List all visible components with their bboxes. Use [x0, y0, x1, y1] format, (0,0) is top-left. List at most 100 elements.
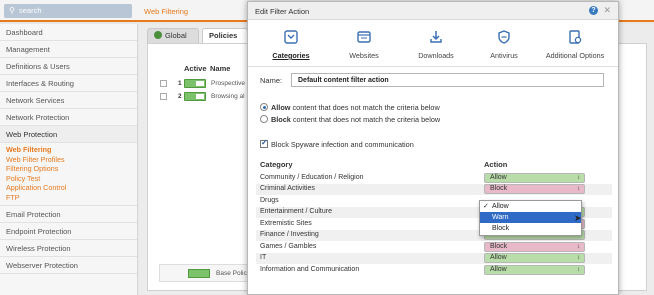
action-dropdown-menu[interactable]: ✓ Allow Warn Block: [479, 200, 582, 236]
action-select-value: Allow: [490, 265, 507, 273]
sidebar-item-webserver-protection[interactable]: Webserver Protection: [0, 257, 137, 274]
category-name: Information and Communication: [260, 265, 360, 273]
base-policy-toggle[interactable]: [188, 269, 210, 278]
dropdown-option-allow[interactable]: ✓ Allow: [480, 201, 581, 212]
tab-websites[interactable]: Websites: [330, 21, 398, 66]
divider: [248, 66, 618, 67]
tab-categories-label: Categories: [272, 51, 310, 60]
help-icon[interactable]: ?: [589, 6, 598, 15]
policy-name: Prospective: [211, 80, 245, 87]
category-name: Games / Gambles: [260, 242, 317, 250]
dropdown-option-label: Block: [492, 225, 510, 232]
action-select-value: Allow: [490, 173, 507, 181]
sidebar-item-dashboard[interactable]: Dashboard: [0, 24, 137, 41]
antivirus-icon: [498, 30, 510, 44]
sidebar-subitem-web-filter-profiles[interactable]: Web Filter Profiles: [0, 155, 137, 165]
dropdown-option-warn[interactable]: Warn: [480, 212, 581, 223]
dropdown-option-label: Warn: [492, 214, 509, 221]
table-row: Information and Communication Allow ↕: [256, 264, 612, 276]
name-field[interactable]: Default content filter action: [291, 73, 604, 87]
dialog-titlebar: Edit Filter Action ? ✕: [248, 2, 618, 20]
category-name: Community / Education / Religion: [260, 173, 364, 181]
breadcrumb: Web Filtering: [144, 7, 189, 16]
block-spyware-checkbox[interactable]: Block Spyware infection and communicatio…: [260, 138, 480, 149]
tab-downloads[interactable]: Downloads: [402, 21, 470, 66]
action-select[interactable]: Block ↕: [484, 241, 585, 252]
sidebar-item-definitions-users[interactable]: Definitions & Users: [0, 58, 137, 75]
tab-global-label: Global: [165, 31, 187, 40]
sidebar-item-web-protection[interactable]: Web Protection: [0, 126, 137, 143]
close-icon[interactable]: ✕: [603, 5, 611, 16]
dropdown-option-block[interactable]: Block: [480, 223, 581, 234]
tab-policies[interactable]: Policies: [202, 28, 248, 44]
sidebar-subitem-ftp[interactable]: FTP: [0, 193, 137, 203]
policy-header-name: Name: [210, 64, 231, 73]
policy-active-toggle[interactable]: [184, 79, 206, 88]
category-name: Criminal Activities: [260, 185, 315, 192]
select-arrows-icon: ↕: [577, 255, 580, 261]
sidebar-subitem-web-filtering[interactable]: Web Filtering: [0, 145, 137, 155]
additional-options-icon: [569, 30, 582, 44]
category-name: Finance / Investing: [260, 231, 319, 238]
categories-icon: [284, 30, 298, 44]
block-radio-label: Block content that does not match the cr…: [271, 115, 441, 124]
downloads-icon: [430, 31, 442, 43]
sidebar-subitem-application-control[interactable]: Application Control: [0, 183, 137, 193]
allow-radio-label: Allow content that does not match the cr…: [271, 103, 440, 112]
select-arrows-icon: ↕: [577, 243, 580, 250]
category-name: Entertainment / Culture: [260, 208, 332, 215]
tab-antivirus[interactable]: Antivirus: [474, 21, 534, 66]
dropdown-option-label: Allow: [492, 203, 509, 210]
sidebar: Dashboard Management Definitions & Users…: [0, 24, 138, 295]
select-arrows-icon: ↕: [577, 266, 580, 273]
sidebar-item-interfaces-routing[interactable]: Interfaces & Routing: [0, 75, 137, 92]
action-select[interactable]: Block ↕: [484, 184, 585, 194]
select-arrows-icon: ↕: [577, 186, 580, 192]
policy-number: 1: [178, 80, 182, 87]
tab-global[interactable]: Global: [147, 28, 199, 44]
policy-name: Browsing al: [211, 93, 245, 100]
block-radio-dot[interactable]: [260, 115, 268, 123]
policy-row[interactable]: 2 Browsing al: [156, 91, 256, 103]
mouse-cursor-icon: ➤: [574, 213, 582, 223]
tab-additional-options-label: Additional Options: [545, 51, 605, 60]
dialog-title: Edit Filter Action: [255, 7, 310, 16]
policy-row[interactable]: 1 Prospective: [156, 78, 256, 90]
table-row: Criminal Activities Block ↕: [256, 183, 612, 195]
policy-checkbox[interactable]: [160, 93, 167, 100]
action-select[interactable]: Allow ↕: [484, 253, 585, 263]
table-row: Games / Gambles Block ↕: [256, 241, 612, 253]
action-column-header: Action: [484, 160, 508, 169]
action-select-value: Allow: [490, 254, 507, 261]
sidebar-item-network-services[interactable]: Network Services: [0, 92, 137, 109]
action-select-value: Block: [490, 185, 508, 192]
sidebar-subitem-policy-test[interactable]: Policy Test: [0, 174, 137, 184]
checkmark-icon: ✓: [483, 203, 489, 210]
allow-radio[interactable]: Allow content that does not match the cr…: [260, 103, 520, 112]
sidebar-item-network-protection[interactable]: Network Protection: [0, 109, 137, 126]
sidebar-item-endpoint-protection[interactable]: Endpoint Protection: [0, 223, 137, 240]
action-select[interactable]: Allow ↕: [484, 264, 585, 275]
block-radio[interactable]: Block content that does not match the cr…: [260, 115, 520, 124]
allow-radio-dot[interactable]: [260, 103, 268, 111]
sidebar-item-management[interactable]: Management: [0, 41, 137, 58]
tab-additional-options[interactable]: Additional Options: [534, 21, 616, 66]
base-policy-label: Base Policy: [216, 270, 250, 277]
sidebar-item-wireless-protection[interactable]: Wireless Protection: [0, 240, 137, 257]
category-name: IT: [260, 254, 267, 261]
sidebar-subgroup-web-protection: Web Filtering Web Filter Profiles Filter…: [0, 143, 137, 206]
sidebar-item-email-protection[interactable]: Email Protection: [0, 206, 137, 223]
table-row: Community / Education / Religion Allow ↕: [256, 172, 612, 184]
search-input[interactable]: ⚲ search: [4, 4, 132, 18]
tab-categories[interactable]: Categories: [256, 21, 326, 66]
name-label: Name:: [260, 76, 283, 85]
category-name: Extremistic Sites: [260, 219, 312, 227]
tab-downloads-label: Downloads: [418, 51, 454, 60]
policy-checkbox[interactable]: [160, 80, 167, 87]
sidebar-subitem-filtering-options[interactable]: Filtering Options: [0, 164, 137, 174]
action-select[interactable]: Allow ↕: [484, 172, 585, 183]
category-column-header: Category: [260, 160, 293, 169]
block-spyware-checkbox-box[interactable]: [260, 138, 268, 148]
policy-active-toggle[interactable]: [184, 92, 206, 101]
websites-icon: [357, 31, 371, 43]
